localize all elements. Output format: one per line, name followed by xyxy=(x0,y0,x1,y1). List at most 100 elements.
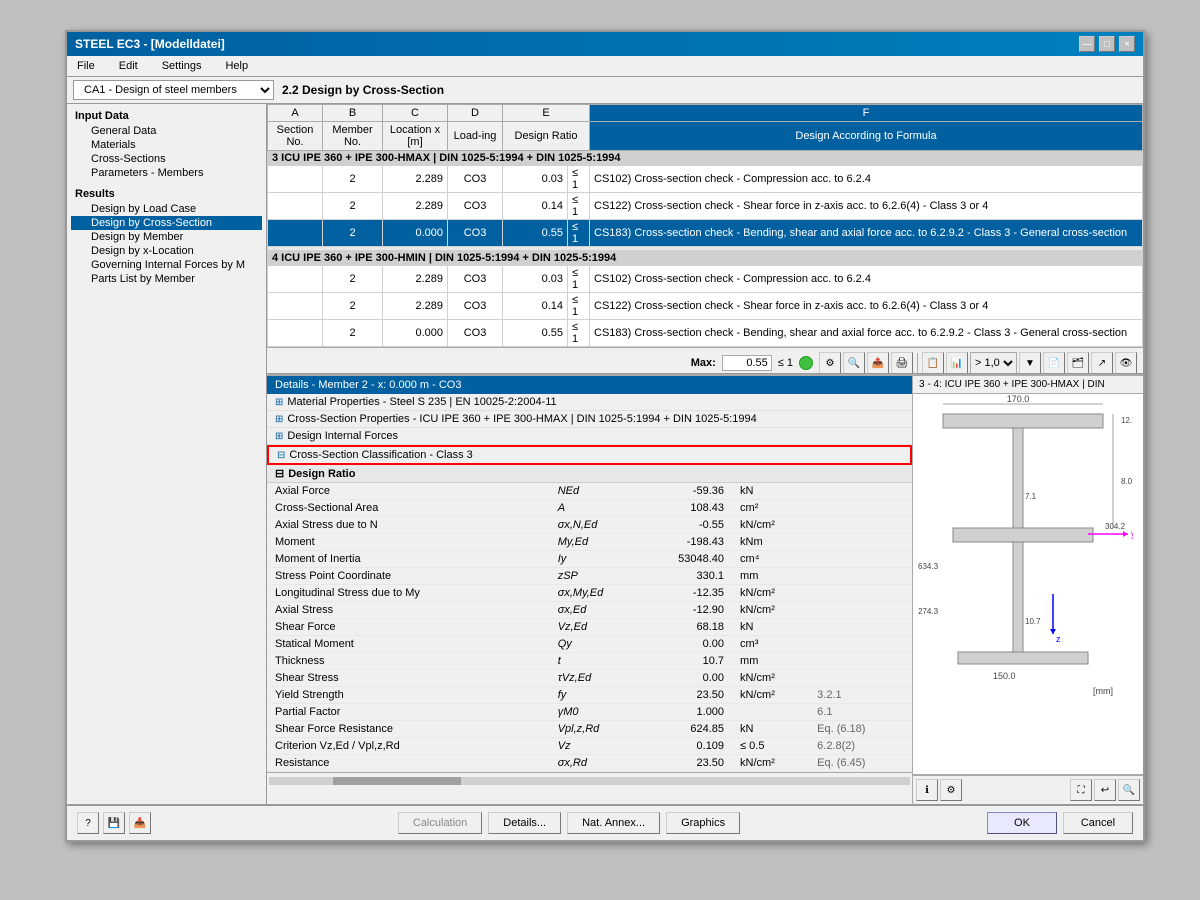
cell-desc: CS122) Cross-section check - Shear force… xyxy=(590,293,1143,320)
prop-symbol: Qy xyxy=(550,636,653,653)
case-dropdown[interactable]: CA1 - Design of steel members xyxy=(73,80,274,100)
help-icon-btn[interactable]: ? xyxy=(77,812,99,834)
sidebar-item-parameters[interactable]: Parameters - Members xyxy=(71,166,262,180)
prop-value: 108.43 xyxy=(653,500,733,517)
h-scrollbar[interactable] xyxy=(267,772,912,788)
view-icon-4[interactable]: 👁 xyxy=(1115,352,1137,374)
cell-loading: CO3 xyxy=(448,166,503,193)
cancel-button[interactable]: Cancel xyxy=(1063,812,1133,834)
prop-table-row: Thickness t 10.7 mm xyxy=(267,653,912,670)
filter-icon[interactable]: ▼ xyxy=(1019,352,1041,374)
prop-unit: kN xyxy=(732,483,809,500)
prop-value: -12.90 xyxy=(653,602,733,619)
sidebar-item-governing-forces[interactable]: Governing Internal Forces by M xyxy=(71,258,262,272)
prop-table-row: Axial Stress due to N σx,N,Ed -0.55 kN/c… xyxy=(267,517,912,534)
cross-section-title: 3 - 4: ICU IPE 360 + IPE 300-HMAX | DIN xyxy=(913,376,1143,394)
cell-lte: ≤ 1 xyxy=(568,193,590,220)
sidebar-item-general-data[interactable]: General Data xyxy=(71,124,262,138)
max-lte: ≤ 1 xyxy=(778,357,793,369)
save-icon-btn[interactable]: 💾 xyxy=(103,812,125,834)
svg-text:634.3: 634.3 xyxy=(918,562,939,571)
prop-symbol: A xyxy=(550,500,653,517)
max-value-input[interactable] xyxy=(722,355,772,371)
table-icon-3[interactable]: 📤 xyxy=(867,352,889,374)
cell-ratio: 0.55 xyxy=(503,220,568,247)
cell-location: 2.289 xyxy=(383,293,448,320)
nat-annex-button[interactable]: Nat. Annex... xyxy=(567,812,660,834)
cell-location: 2.289 xyxy=(383,166,448,193)
col-c-header: C xyxy=(383,105,448,122)
table-row[interactable]: 2 2.289 CO3 0.03 ≤ 1 CS102) Cross-sectio… xyxy=(268,166,1143,193)
prop-value: 23.50 xyxy=(653,755,733,772)
cell-loading: CO3 xyxy=(448,266,503,293)
expand-icon-material: ⊞ xyxy=(275,397,283,408)
cs-fit-icon[interactable]: ⛶ xyxy=(1070,779,1092,801)
expand-material-props[interactable]: ⊞ Material Properties - Steel S 235 | EN… xyxy=(267,394,912,411)
table-icon-6[interactable]: 📊 xyxy=(946,352,968,374)
cell-section xyxy=(268,320,323,347)
cs-settings-icon[interactable]: ⚙ xyxy=(940,779,962,801)
table-row[interactable]: 2 2.289 CO3 0.14 ≤ 1 CS122) Cross-sectio… xyxy=(268,193,1143,220)
view-icon-1[interactable]: 📄 xyxy=(1043,352,1065,374)
cell-desc: CS183) Cross-section check - Bending, sh… xyxy=(590,220,1143,247)
cs-zoom-icon[interactable]: 🔍 xyxy=(1118,779,1140,801)
export-icon-btn[interactable]: 📥 xyxy=(129,812,151,834)
table-row[interactable]: 2 2.289 CO3 0.03 ≤ 1 CS102) Cross-sectio… xyxy=(268,266,1143,293)
minimize-button[interactable]: — xyxy=(1079,36,1095,52)
cell-lte: ≤ 1 xyxy=(568,166,590,193)
sidebar: Input Data General Data Materials Cross-… xyxy=(67,104,267,804)
details-panel: Details - Member 2 - x: 0.000 m - CO3 ⊞ … xyxy=(267,376,913,804)
sidebar-item-design-x-location[interactable]: Design by x-Location xyxy=(71,244,262,258)
prop-extra xyxy=(809,602,912,619)
view-icon-3[interactable]: ↗ xyxy=(1091,352,1113,374)
sidebar-item-design-member[interactable]: Design by Member xyxy=(71,230,262,244)
filter-dropdown[interactable]: > 1,0 All xyxy=(970,352,1017,374)
prop-symbol: zSP xyxy=(550,568,653,585)
sidebar-item-design-cross-section[interactable]: Design by Cross-Section xyxy=(71,216,262,230)
sidebar-item-design-load-case[interactable]: Design by Load Case xyxy=(71,202,262,216)
sidebar-item-cross-sections[interactable]: Cross-Sections xyxy=(71,152,262,166)
graphics-button[interactable]: Graphics xyxy=(666,812,740,834)
close-button[interactable]: × xyxy=(1119,36,1135,52)
cs-info-icon[interactable]: ℹ xyxy=(916,779,938,801)
table-row-highlighted[interactable]: 2 0.000 CO3 0.55 ≤ 1 CS183) Cross-sectio… xyxy=(268,220,1143,247)
cell-member: 2 xyxy=(323,193,383,220)
section-title: 2.2 Design by Cross-Section xyxy=(282,83,444,97)
table-icon-4[interactable]: 🖨 xyxy=(891,352,913,374)
prop-value: 53048.40 xyxy=(653,551,733,568)
ok-button[interactable]: OK xyxy=(987,812,1057,834)
cs-back-icon[interactable]: ↩ xyxy=(1094,779,1116,801)
prop-name: Criterion Vz,Ed / Vpl,z,Rd xyxy=(267,738,550,755)
bottom-left-tools: ? 💾 📥 xyxy=(77,812,151,834)
col-location: Location x [m] xyxy=(383,122,448,151)
maximize-button[interactable]: □ xyxy=(1099,36,1115,52)
prop-symbol: σx,Ed xyxy=(550,602,653,619)
window-controls[interactable]: — □ × xyxy=(1079,36,1135,52)
menu-edit[interactable]: Edit xyxy=(113,58,144,74)
table-row[interactable]: 2 2.289 CO3 0.14 ≤ 1 CS122) Cross-sectio… xyxy=(268,293,1143,320)
sidebar-item-parts-list[interactable]: Parts List by Member xyxy=(71,272,262,286)
cell-desc: CS183) Cross-section check - Bending, sh… xyxy=(590,320,1143,347)
menu-settings[interactable]: Settings xyxy=(156,58,208,74)
prop-name: Longitudinal Stress due to My xyxy=(267,585,550,602)
table-row[interactable]: 2 0.000 CO3 0.55 ≤ 1 CS183) Cross-sectio… xyxy=(268,320,1143,347)
table-icon-1[interactable]: ⚙ xyxy=(819,352,841,374)
prop-name: Axial Stress xyxy=(267,602,550,619)
calculation-button[interactable]: Calculation xyxy=(398,812,482,834)
expand-internal-forces[interactable]: ⊞ Design Internal Forces xyxy=(267,428,912,445)
table-icon-5[interactable]: 📋 xyxy=(922,352,944,374)
prop-table-row: Yield Strength fy 23.50 kN/cm² 3.2.1 xyxy=(267,687,912,704)
prop-name: Axial Stress due to N xyxy=(267,517,550,534)
menu-help[interactable]: Help xyxy=(219,58,254,74)
view-icon-2[interactable]: 🗂 xyxy=(1067,352,1089,374)
prop-table-row: Criterion Vz,Ed / Vpl,z,Rd Vz 0.109 ≤ 0.… xyxy=(267,738,912,755)
table-icon-2[interactable]: 🔍 xyxy=(843,352,865,374)
prop-name: Axial Force xyxy=(267,483,550,500)
section4-header: 4 ICU IPE 360 + IPE 300-HMIN | DIN 1025-… xyxy=(268,251,1143,266)
prop-extra xyxy=(809,500,912,517)
details-button[interactable]: Details... xyxy=(488,812,561,834)
expand-classification[interactable]: ⊟ Cross-Section Classification - Class 3 xyxy=(267,445,912,465)
menu-file[interactable]: File xyxy=(71,58,101,74)
sidebar-item-materials[interactable]: Materials xyxy=(71,138,262,152)
expand-cross-section-props[interactable]: ⊞ Cross-Section Properties - ICU IPE 360… xyxy=(267,411,912,428)
